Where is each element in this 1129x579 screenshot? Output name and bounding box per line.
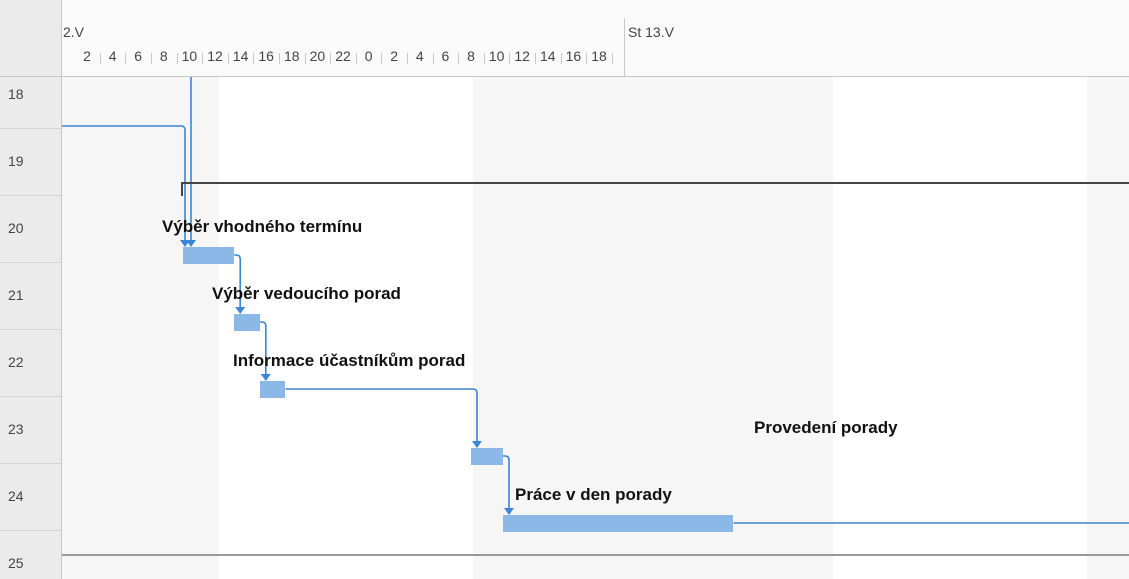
dependency-link <box>285 388 478 446</box>
dependency-link <box>503 455 510 513</box>
dependency-arrow <box>504 508 514 515</box>
day-label-wed: St 13.V <box>628 24 674 40</box>
task-label: Výběr vhodného termínu <box>162 217 363 236</box>
hour-label: 18 <box>591 48 607 64</box>
day-separator <box>624 18 625 76</box>
row-divider <box>0 329 61 330</box>
task-label: Informace účastníkům porad <box>233 351 466 370</box>
row-divider <box>0 128 61 129</box>
task-bar[interactable] <box>259 381 286 398</box>
task-label: Výběr vedoucího porad <box>212 284 401 303</box>
task-bar[interactable] <box>471 448 503 465</box>
task-label: Práce v den porady <box>515 485 672 504</box>
task-bar[interactable] <box>183 247 235 264</box>
gantt-chart-area[interactable]: Výběr vhodného termínu Výběr vedoucího po… <box>62 77 1129 579</box>
row-number: 19 <box>8 153 24 169</box>
summary-task-bar[interactable] <box>181 182 1129 196</box>
row-divider <box>0 396 61 397</box>
row-number: 23 <box>8 421 24 437</box>
select-all-corner[interactable] <box>0 0 62 77</box>
task-bar[interactable] <box>234 314 260 331</box>
row-number: 24 <box>8 488 24 504</box>
task-bar[interactable] <box>503 515 734 532</box>
row-number-column: 18 19 20 21 22 23 24 25 <box>0 77 62 579</box>
row-divider <box>0 463 61 464</box>
timescale-header: 2.V St 13.V 2 4 6 8 10 12 14 16 18 20 22 0 2 4 6 8 10 12 1… <box>62 0 1129 77</box>
task-label: Provedení porady <box>754 418 898 437</box>
row-number: 20 <box>8 220 24 236</box>
row-number: 22 <box>8 354 24 370</box>
hour-tick <box>611 53 613 64</box>
dependency-arrow <box>260 374 271 381</box>
dependency-arrow <box>472 441 482 448</box>
row-number: 21 <box>8 287 24 303</box>
row-divider <box>0 262 61 263</box>
row-number: 25 <box>8 555 24 571</box>
gantt-chart-view[interactable]: 2.V St 13.V 2 4 6 8 10 12 14 16 18 20 22 0 2 4 6 8 10 12 1… <box>0 0 1129 579</box>
day-label-tue: 2.V <box>63 24 85 40</box>
row-divider <box>0 195 61 196</box>
row-divider <box>0 530 61 531</box>
row-number: 18 <box>8 86 24 102</box>
dependency-arrow <box>235 307 246 314</box>
